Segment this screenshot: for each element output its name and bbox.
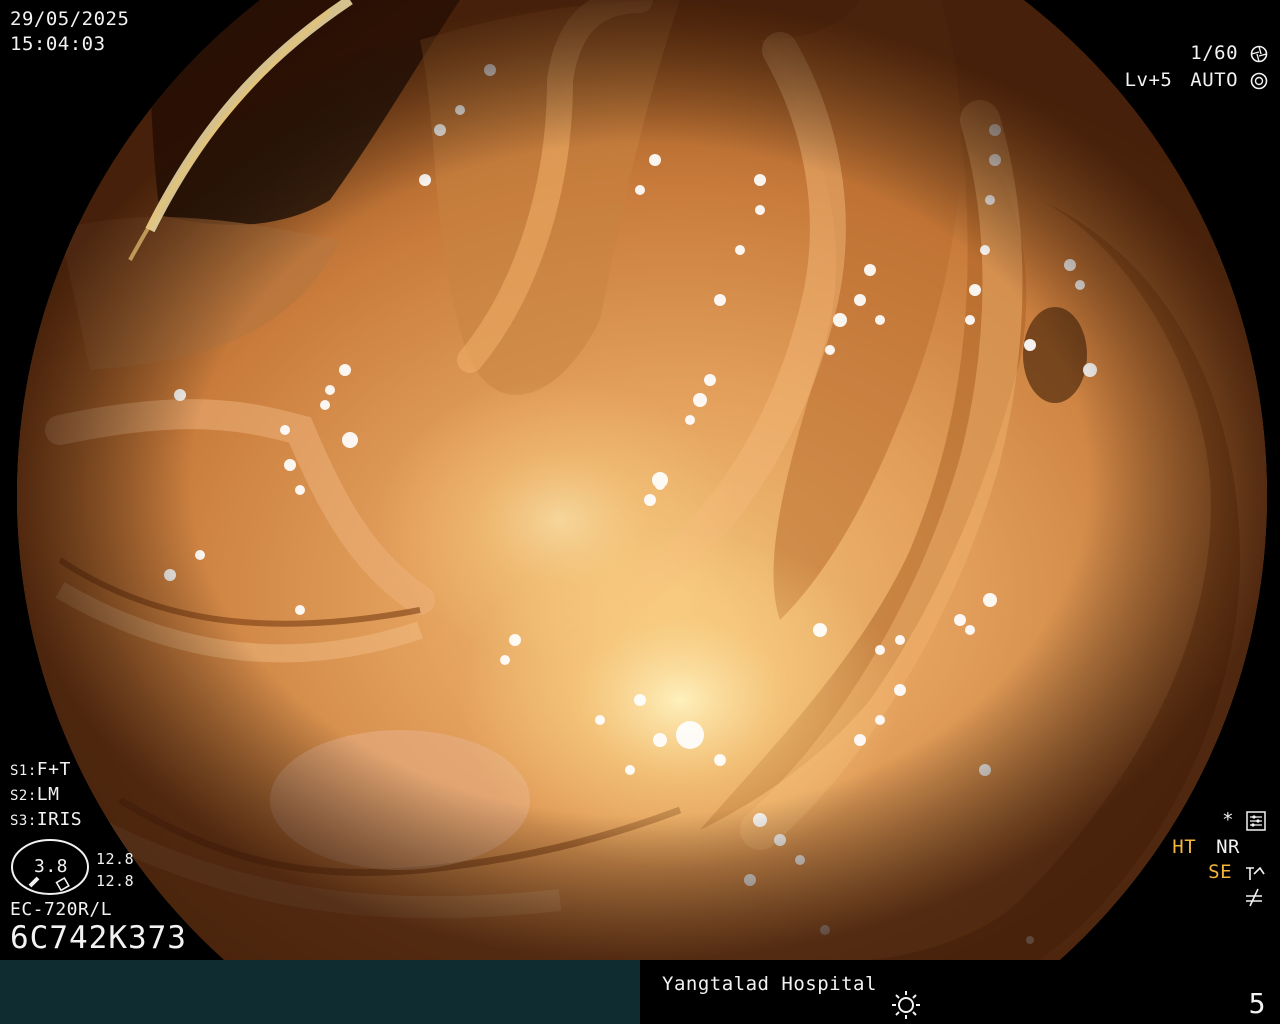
shutter-value: 1/60 (1190, 42, 1239, 64)
tip-gauge-value: 3.8 (34, 856, 69, 877)
exposure-mode: AUTO (1190, 69, 1239, 91)
endoscope-viewport (0, 0, 1280, 960)
switch-s2: S2:LM (10, 784, 60, 805)
brightness-level: Lv+5 (1124, 69, 1173, 91)
settings-sliders-icon (1246, 810, 1266, 831)
iris-icon (1250, 72, 1268, 89)
footer-left-panel (0, 960, 640, 1024)
se-status: SE (1208, 860, 1266, 884)
exposure-status: Lv+5 AUTO (1125, 68, 1268, 92)
se-label: SE (1208, 861, 1233, 883)
ht-label: HT (1172, 836, 1197, 858)
scope-serial: 6C742K373 (10, 920, 187, 956)
date-label: 29/05/2025 (10, 8, 130, 30)
star-label: * (1222, 809, 1235, 831)
gauge-lower: 12.8 (96, 872, 135, 890)
aperture-icon (1250, 45, 1268, 62)
gauge-upper: 12.8 (96, 850, 135, 868)
edge-enhance-icon (1246, 866, 1265, 880)
ht-nr-status: HT NR (1172, 835, 1240, 859)
switch-s1: S1:F+T (10, 759, 71, 780)
footer-right-panel: Yangtalad Hospital 5 (640, 960, 1280, 1024)
freeze-icon (1246, 888, 1262, 907)
switch-s3: S3:IRIS (10, 809, 83, 830)
frame-number: 5 (1248, 987, 1266, 1020)
nr-label: NR (1216, 836, 1240, 858)
scope-model: EC-720R/L (10, 899, 113, 920)
colon-lumen-image (17, 0, 1267, 960)
hospital-name: Yangtalad Hospital (662, 973, 877, 995)
structure-enhance-star: * (1222, 808, 1266, 832)
time-label: 15:04:03 (10, 33, 106, 55)
brightness-icon (892, 991, 920, 1019)
shutter-speed: 1/60 (1190, 41, 1268, 65)
